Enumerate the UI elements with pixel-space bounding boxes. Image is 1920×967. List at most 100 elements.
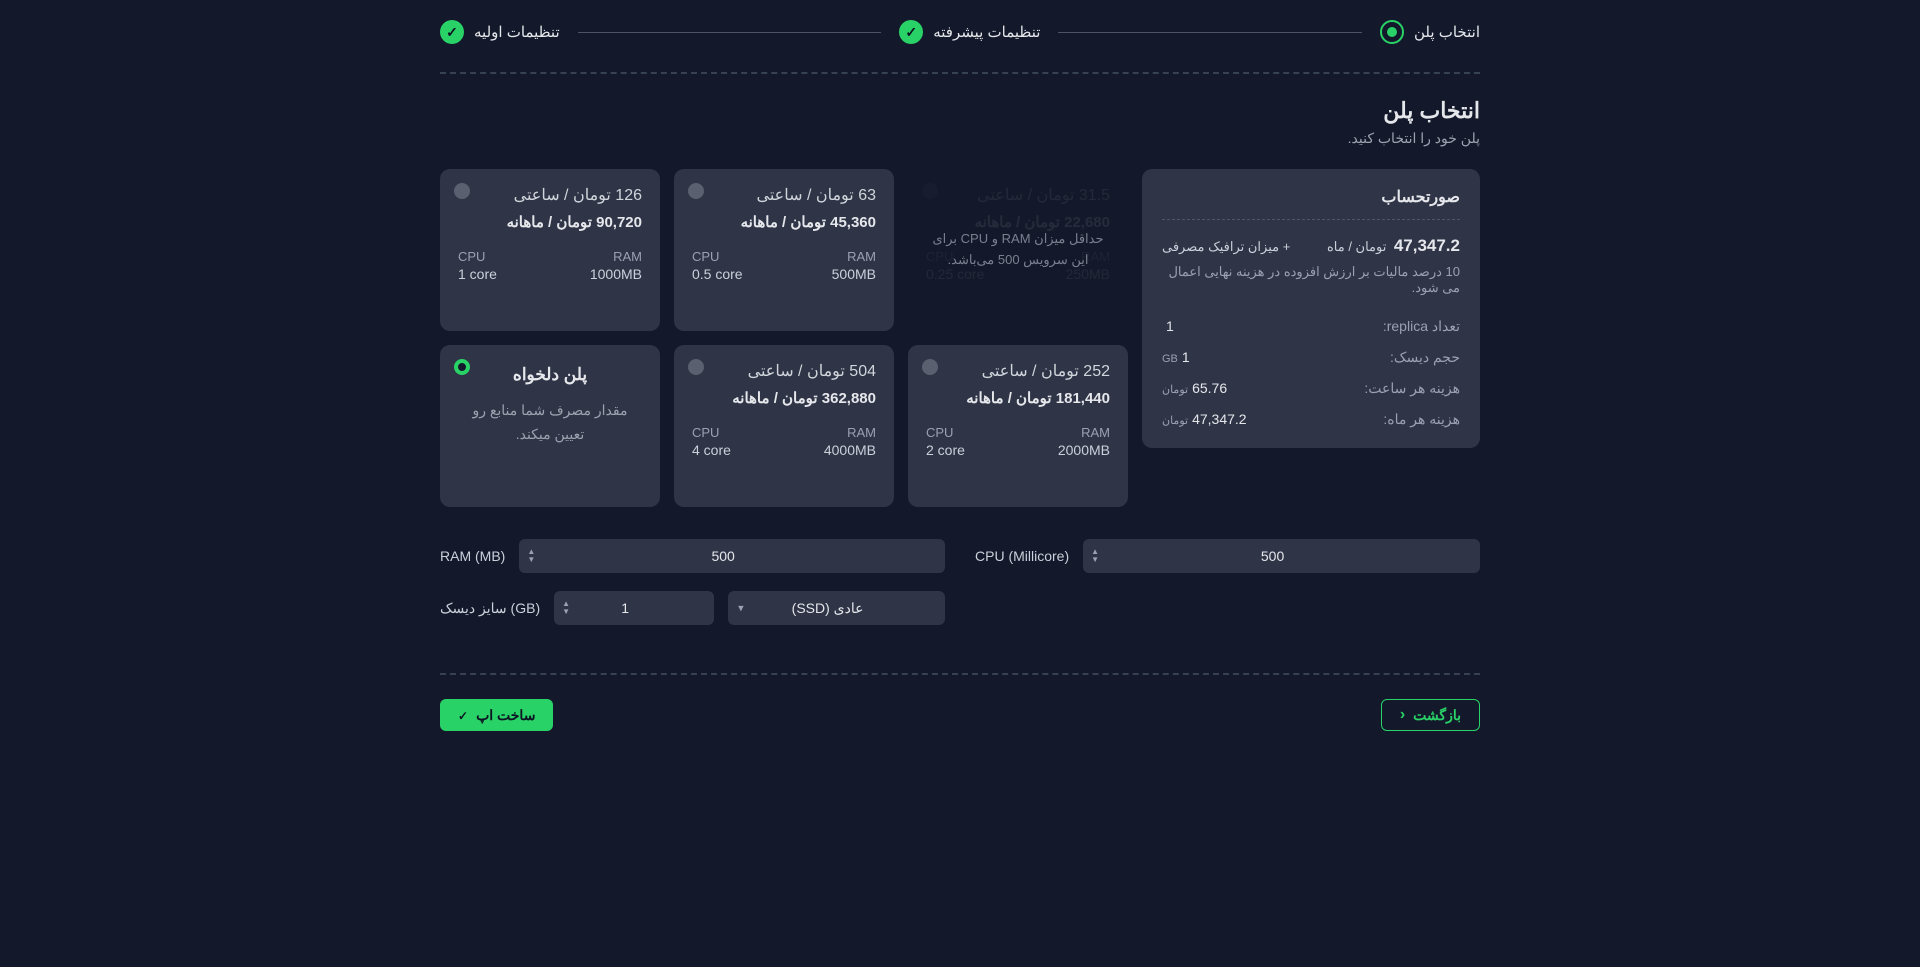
ram-input-label: RAM (MB) — [440, 548, 505, 564]
spec-value-cpu: 4 core — [692, 442, 731, 458]
spec-label-cpu: CPU — [458, 249, 497, 264]
section-subtitle: پلن خود را انتخاب کنید. — [440, 130, 1480, 147]
ram-input[interactable]: 500 ▲▼ — [519, 539, 945, 573]
footer-divider — [440, 673, 1480, 675]
stepper-buttons-icon[interactable]: ▲▼ — [562, 600, 570, 616]
check-icon: ✓ — [899, 20, 923, 44]
plan-card-5[interactable]: 504 تومان / ساعتی 362,880 تومان / ماهانه… — [674, 345, 894, 507]
create-app-label: ساخت اپ — [476, 707, 535, 724]
spec-label-ram: RAM — [1058, 425, 1110, 440]
invoice-tax-note: 10 درصد مالیات بر ارزش افزوده در هزینه ن… — [1162, 264, 1460, 296]
step-advanced-settings: ✓ تنظیمات پیشرفته — [899, 20, 1040, 44]
invoice-row-value: 1 — [1166, 318, 1174, 334]
check-icon: ✓ — [440, 20, 464, 44]
spec-value-cpu: 0.5 core — [692, 266, 743, 282]
spec-label-ram: RAM — [590, 249, 642, 264]
footer-actions: ساخت اپ بازگشت — [440, 699, 1480, 731]
section-title: انتخاب پلن — [440, 98, 1480, 124]
invoice-plus-traffic: + میزان ترافیک مصرفی — [1162, 239, 1290, 255]
step-connector — [1058, 32, 1362, 33]
invoice-main: 47,347.2 تومان / ماه + میزان ترافیک مصرف… — [1162, 236, 1460, 256]
plan-radio[interactable] — [688, 183, 704, 199]
spec-label-cpu: CPU — [926, 425, 965, 440]
invoice-row-unit: GB — [1162, 353, 1178, 365]
spec-value-cpu: 2 core — [926, 442, 965, 458]
plan-radio[interactable] — [922, 359, 938, 375]
chevron-down-icon: ▾ — [738, 602, 744, 615]
spec-value-ram: 2000MB — [1058, 442, 1110, 458]
step-label: تنظیمات اولیه — [474, 23, 560, 41]
invoice-row-key: حجم دیسک: — [1390, 349, 1460, 366]
plan-card-custom[interactable]: پلن دلخواه مقدار مصرف شما منابع رو تعیین… — [440, 345, 660, 507]
invoice-main-value: 47,347.2 — [1394, 236, 1460, 255]
spec-value-ram: 4000MB — [824, 442, 876, 458]
invoice-row-value: 1 — [1182, 349, 1190, 365]
divider — [440, 72, 1480, 74]
chevron-right-icon — [1400, 706, 1405, 724]
spec-value-ram: 500MB — [832, 266, 876, 282]
invoice-row-unit: تومان — [1162, 414, 1188, 427]
plan-radio[interactable] — [454, 359, 470, 375]
plan-monthly-price: 181,440 تومان / ماهانه — [926, 389, 1110, 407]
plan-monthly-price: 362,880 تومان / ماهانه — [692, 389, 876, 407]
check-icon — [458, 707, 468, 723]
invoice-main-unit: تومان / ماه — [1327, 239, 1386, 254]
spec-label-ram: RAM — [824, 425, 876, 440]
invoice-row-unit: تومان — [1162, 383, 1188, 396]
invoice-card: صورتحساب 47,347.2 تومان / ماه + میزان تر… — [1142, 169, 1480, 448]
create-app-button[interactable]: ساخت اپ — [440, 699, 553, 731]
plan-radio[interactable] — [454, 183, 470, 199]
ram-input-value: 500 — [711, 548, 734, 564]
plan-disabled-overlay: حداقل میزان RAM و CPU برای این سرویس 500… — [908, 169, 1128, 331]
plans-grid: 31.5 تومان / ساعتی 22,680 تومان / ماهانه… — [440, 169, 1128, 507]
resource-inputs: RAM (MB) 500 ▲▼ CPU (Millicore) 500 ▲▼ س… — [440, 539, 1480, 625]
plan-card-3[interactable]: 126 تومان / ساعتی 90,720 تومان / ماهانه … — [440, 169, 660, 331]
wizard-stepper: ✓ تنظیمات اولیه ✓ تنظیمات پیشرفته انتخاب… — [440, 20, 1480, 44]
plan-custom-note: مقدار مصرف شما منابع رو تعیین میکند. — [458, 399, 642, 447]
invoice-row-hourly: هزینه هر ساعت: 65.76 تومان — [1162, 380, 1460, 397]
invoice-divider — [1162, 219, 1460, 220]
step-connector — [578, 32, 882, 33]
current-step-icon — [1380, 20, 1404, 44]
back-button[interactable]: بازگشت — [1381, 699, 1480, 731]
spec-label-cpu: CPU — [692, 425, 731, 440]
plan-hourly-price: 504 تومان / ساعتی — [692, 361, 876, 381]
spec-label-ram: RAM — [832, 249, 876, 264]
plan-hourly-price: 252 تومان / ساعتی — [926, 361, 1110, 381]
step-initial-settings: ✓ تنظیمات اولیه — [440, 20, 560, 44]
plan-monthly-price: 45,360 تومان / ماهانه — [692, 213, 876, 231]
plan-monthly-price: 90,720 تومان / ماهانه — [458, 213, 642, 231]
plan-radio[interactable] — [688, 359, 704, 375]
plan-card-2[interactable]: 63 تومان / ساعتی 45,360 تومان / ماهانه C… — [674, 169, 894, 331]
disk-type-select[interactable]: عادی (SSD) ▾ — [728, 591, 945, 625]
spec-value-ram: 1000MB — [590, 266, 642, 282]
disk-input-label: سایز دیسک (GB) — [440, 600, 540, 617]
plan-hourly-price: 126 تومان / ساعتی — [458, 185, 642, 205]
stepper-buttons-icon[interactable]: ▲▼ — [527, 548, 535, 564]
step-label: تنظیمات پیشرفته — [933, 23, 1040, 41]
cpu-input-label: CPU (Millicore) — [975, 548, 1069, 564]
back-label: بازگشت — [1413, 707, 1461, 724]
step-select-plan: انتخاب پلن — [1380, 20, 1480, 44]
invoice-row-value: 65.76 — [1192, 380, 1227, 396]
invoice-row-replica: تعداد replica: 1 — [1162, 318, 1460, 335]
invoice-row-monthly: هزینه هر ماه: 47,347.2 تومان — [1162, 411, 1460, 428]
disk-type-value: عادی (SSD) — [792, 600, 864, 617]
invoice-row-key: هزینه هر ماه: — [1383, 411, 1460, 428]
invoice-row-disk: حجم دیسک: 1 GB — [1162, 349, 1460, 366]
invoice-heading: صورتحساب — [1162, 187, 1460, 207]
plan-custom-title: پلن دلخواه — [458, 365, 642, 385]
stepper-buttons-icon[interactable]: ▲▼ — [1091, 548, 1099, 564]
spec-value-cpu: 1 core — [458, 266, 497, 282]
invoice-row-key: هزینه هر ساعت: — [1364, 380, 1460, 397]
invoice-row-key: تعداد replica: — [1383, 318, 1460, 335]
plan-hourly-price: 63 تومان / ساعتی — [692, 185, 876, 205]
disk-size-input[interactable]: 1 ▲▼ — [554, 591, 714, 625]
cpu-input-value: 500 — [1261, 548, 1284, 564]
spec-label-cpu: CPU — [692, 249, 743, 264]
disk-size-value: 1 — [621, 600, 629, 616]
cpu-input[interactable]: 500 ▲▼ — [1083, 539, 1480, 573]
plan-card-4[interactable]: 252 تومان / ساعتی 181,440 تومان / ماهانه… — [908, 345, 1128, 507]
step-label: انتخاب پلن — [1414, 23, 1480, 41]
invoice-row-value: 47,347.2 — [1192, 411, 1247, 427]
